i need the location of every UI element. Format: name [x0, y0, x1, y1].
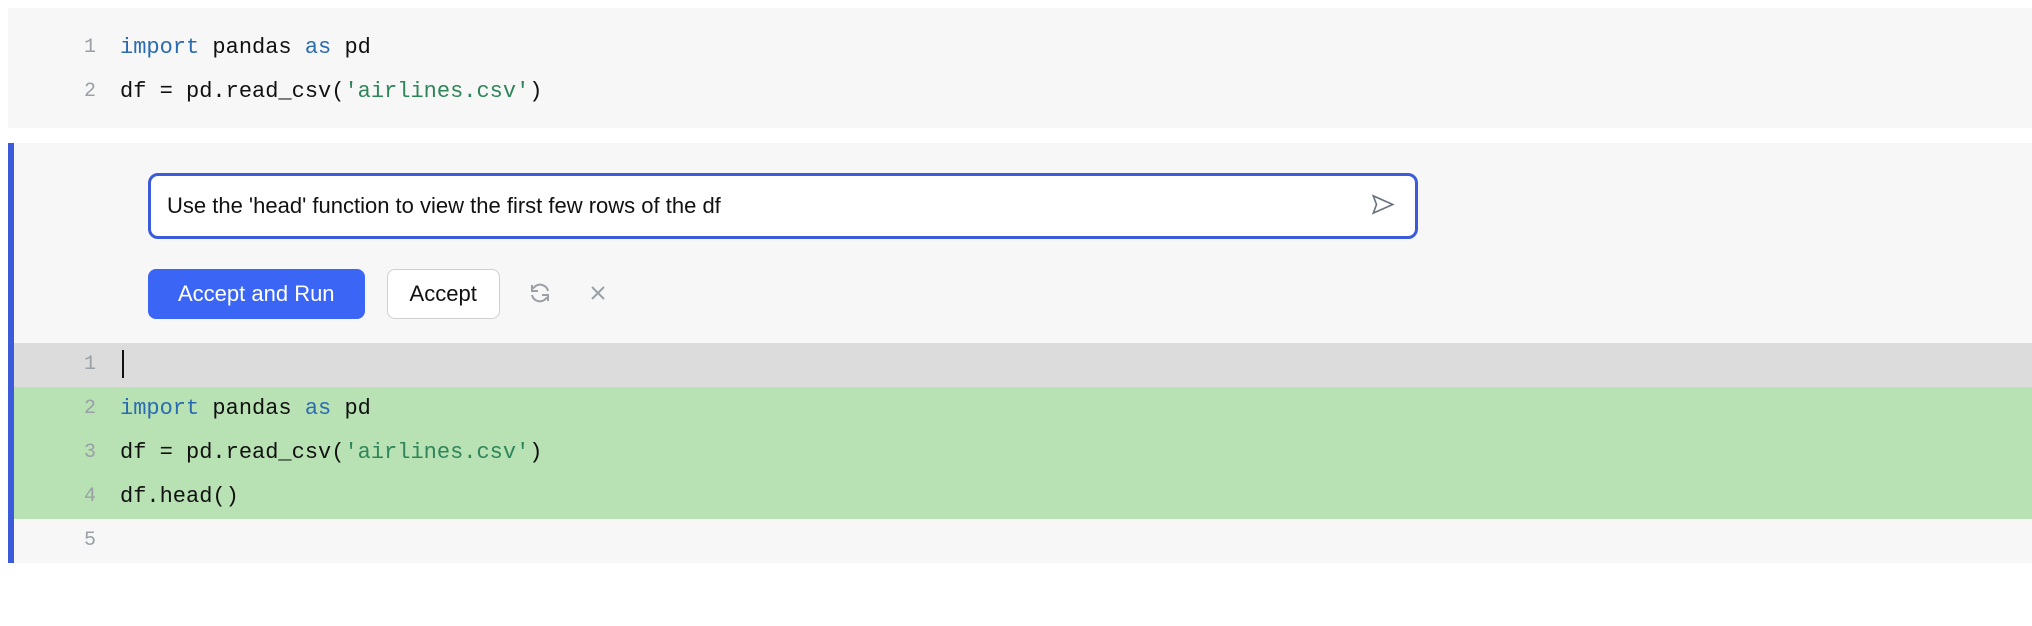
line-number: 1	[8, 343, 120, 387]
diff-row[interactable]: 4df.head()	[8, 475, 2032, 519]
diff-row[interactable]: 3df = pd.read_csv('airlines.csv')	[8, 431, 2032, 475]
close-icon	[586, 281, 610, 308]
prompt-input-wrap	[148, 173, 1418, 239]
code-line[interactable]: df.head()	[120, 475, 2032, 519]
accept-button[interactable]: Accept	[387, 269, 500, 319]
prompt-input[interactable]	[148, 173, 1418, 239]
code-line[interactable]: import pandas as pd	[120, 26, 2032, 70]
diff-row[interactable]: 2import pandas as pd	[8, 387, 2032, 431]
diff-row[interactable]: 5	[8, 519, 2032, 563]
code-line[interactable]: import pandas as pd	[120, 387, 2032, 431]
code-cell-diff[interactable]: 12import pandas as pd3df = pd.read_csv('…	[8, 343, 2032, 563]
active-cell-indicator	[8, 143, 14, 343]
regenerate-button[interactable]	[522, 275, 558, 314]
refresh-icon	[528, 281, 552, 308]
code-line[interactable]: df = pd.read_csv('airlines.csv')	[120, 70, 2032, 114]
code-cell-original[interactable]: 12 import pandas as pddf = pd.read_csv('…	[8, 8, 2032, 128]
active-cell-indicator	[8, 343, 14, 563]
line-number: 2	[8, 70, 96, 114]
action-button-row: Accept and Run Accept	[148, 269, 2008, 319]
ai-prompt-panel: Accept and Run Accept	[8, 136, 2032, 343]
code-line[interactable]	[120, 343, 2032, 387]
dismiss-button[interactable]	[580, 275, 616, 314]
line-number: 2	[8, 387, 120, 431]
diff-row[interactable]: 1	[8, 343, 2032, 387]
code-line[interactable]: df = pd.read_csv('airlines.csv')	[120, 431, 2032, 475]
text-cursor	[122, 350, 124, 378]
send-button[interactable]	[1366, 188, 1400, 225]
line-number: 3	[8, 431, 120, 475]
line-number: 1	[8, 26, 96, 70]
send-icon	[1370, 192, 1396, 221]
accept-and-run-button[interactable]: Accept and Run	[148, 269, 365, 319]
line-gutter: 12	[8, 26, 120, 114]
line-number: 4	[8, 475, 120, 519]
line-number: 5	[8, 519, 120, 563]
notebook-container: 12 import pandas as pddf = pd.read_csv('…	[8, 8, 2032, 563]
code-body[interactable]: import pandas as pddf = pd.read_csv('air…	[120, 26, 2032, 114]
